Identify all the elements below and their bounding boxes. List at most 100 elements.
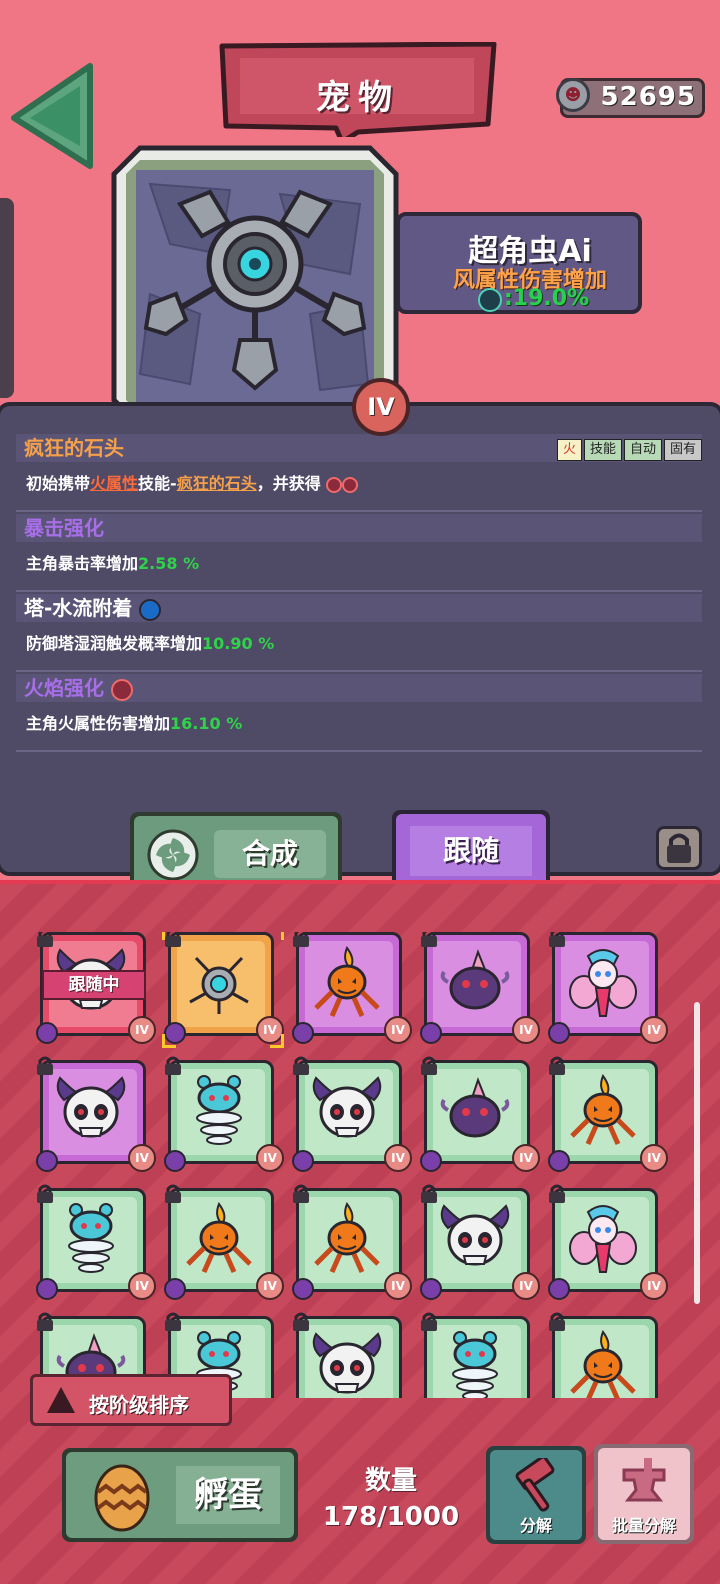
pet-portrait	[111, 145, 399, 429]
page-title: 宠物	[316, 78, 400, 118]
hatch-label: 孵蛋	[176, 1466, 280, 1524]
card-rank-badge: IV	[256, 1272, 284, 1300]
selection-corner	[270, 932, 284, 940]
element-icon	[420, 1278, 442, 1300]
desc-text: 防御塔湿润触发概率增加	[26, 634, 203, 653]
pet-card[interactable]: IV	[420, 1184, 540, 1300]
decompose-button-face: 分解	[490, 1450, 582, 1540]
pet-card[interactable]: IV	[36, 1056, 156, 1172]
card-rank-badge: IV	[512, 1144, 540, 1172]
pet-blob-image	[440, 1077, 510, 1138]
sort-by-rank-button[interactable]: 按阶级排序	[30, 1374, 232, 1426]
pet-card[interactable]: IV	[293, 1312, 404, 1398]
lock-icon	[421, 932, 437, 947]
element-icon	[292, 1278, 314, 1300]
lock-icon	[165, 1312, 181, 1331]
lock-icon	[37, 1056, 53, 1075]
card-rank-badge: IV	[384, 1272, 412, 1300]
pet-card[interactable]: IV	[548, 932, 668, 1044]
lock-toggle-button[interactable]	[656, 826, 702, 870]
hatch-egg-button[interactable]: 孵蛋	[62, 1448, 298, 1542]
pet-card[interactable]: IV	[292, 932, 412, 1044]
pet-tornado-image	[196, 1075, 242, 1145]
desc-value: 16.10 %	[170, 714, 243, 733]
lock-icon	[37, 1312, 53, 1331]
count-value: 178/1000	[322, 1502, 460, 1532]
card-rank-badge: IV	[640, 1272, 668, 1300]
pet-skull-image	[440, 1204, 510, 1266]
desc-text: 技能-	[138, 474, 177, 493]
side-drawer-tab[interactable]	[0, 198, 14, 398]
element-icon	[164, 1278, 186, 1300]
decompose-button[interactable]: 分解	[486, 1446, 586, 1544]
lock-icon	[165, 1184, 181, 1203]
batch-decompose-label: 批量分解	[611, 1516, 676, 1535]
pet-card[interactable]: IV 跟随中	[36, 932, 156, 1044]
divider	[16, 590, 702, 592]
card-rank-badge: IV	[384, 1016, 412, 1044]
follow-button-face: 跟随	[396, 814, 546, 888]
desc-skill-name: 疯狂的石头	[176, 474, 257, 493]
desc-value: 2.58 %	[138, 554, 200, 573]
element-icon	[548, 1278, 570, 1300]
tag-auto: 自动	[623, 439, 662, 461]
desc-text: 初始携带	[26, 474, 91, 493]
pet-card[interactable]: IV	[421, 1312, 532, 1398]
inventory-scrollbar[interactable]	[694, 1002, 700, 1304]
skill-title: 火焰强化	[16, 674, 702, 702]
desc-value: 10.90 %	[202, 634, 275, 653]
lock-icon	[293, 1056, 309, 1075]
pet-rank-badge: IV	[352, 378, 410, 436]
pet-card[interactable]: IV	[292, 1056, 412, 1172]
hammer-icon	[515, 1458, 555, 1512]
pet-skull-image	[56, 1076, 126, 1138]
pet-card[interactable]: IV	[292, 1184, 412, 1300]
back-arrow-icon[interactable]	[8, 62, 98, 172]
tag-fire: 火	[556, 439, 582, 461]
water-element-icon	[139, 598, 162, 621]
card-rank-badge: IV	[640, 1016, 668, 1044]
element-icon	[36, 1278, 58, 1300]
pet-card[interactable]: IV	[36, 1184, 156, 1300]
pet-card[interactable]: IV	[164, 1056, 284, 1172]
selection-corner	[270, 1034, 284, 1048]
stone-coin-icon: ☻	[556, 78, 590, 112]
desc-text: ，并获得	[256, 474, 321, 493]
pet-card[interactable]: IV	[162, 932, 284, 1048]
follow-label: 跟随	[410, 826, 532, 876]
lock-icon	[549, 1056, 565, 1075]
pet-card[interactable]: IV	[420, 932, 540, 1044]
lock-icon	[293, 1184, 309, 1203]
card-rank-badge: IV	[256, 1144, 284, 1172]
element-icon	[420, 1150, 442, 1172]
pet-card[interactable]: IV	[164, 1184, 284, 1300]
batch-decompose-button[interactable]: 批量分解	[594, 1444, 694, 1544]
pet-robot-image	[189, 956, 249, 1014]
fire-element-icon	[110, 678, 133, 701]
hatch-button-face: 孵蛋	[66, 1452, 294, 1538]
pet-fairy-image	[569, 1205, 637, 1273]
fire-element-icon	[342, 476, 359, 493]
desc-fire-attr: 火属性	[90, 474, 139, 493]
pet-pumpkin-image	[570, 1329, 636, 1398]
wind-element-icon	[478, 288, 502, 312]
skill-title-text: 塔-水流附着	[24, 596, 133, 620]
skill-title: 塔-水流附着	[16, 594, 702, 622]
pet-pumpkin-image	[314, 1201, 380, 1274]
fire-element-icon	[326, 476, 343, 493]
pet-card[interactable]: IV	[548, 1056, 668, 1172]
following-tag: 跟随中	[42, 970, 146, 1000]
element-icon	[420, 1022, 442, 1044]
skill-title-text: 火焰强化	[24, 676, 104, 700]
skill-entry: 暴击强化 主角暴击率增加2.58 %	[16, 514, 702, 592]
skill-description: 防御塔湿润触发概率增加10.90 %	[16, 630, 702, 654]
pet-card[interactable]: IV	[420, 1056, 540, 1172]
tag-innate: 固有	[663, 439, 702, 461]
lock-icon	[549, 1312, 565, 1331]
lock-icon	[293, 932, 309, 947]
pet-card[interactable]: IV	[548, 1184, 668, 1300]
divider	[16, 510, 702, 512]
pet-card[interactable]: IV	[549, 1312, 660, 1398]
divider	[16, 670, 702, 672]
card-rank-badge: IV	[512, 1272, 540, 1300]
